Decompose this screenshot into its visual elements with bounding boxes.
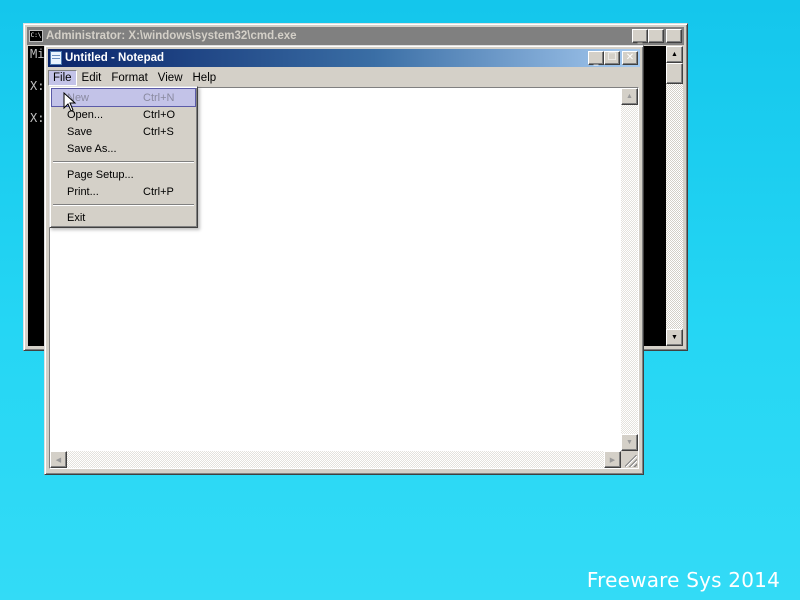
menu-separator xyxy=(53,200,194,209)
menu-edit[interactable]: Edit xyxy=(77,70,107,86)
close-button[interactable]: ✕ xyxy=(622,51,638,65)
menu-item-page-setup[interactable]: Page Setup... xyxy=(52,166,195,183)
desktop: { "desktop": { "watermark": "Freeware Sy… xyxy=(0,0,800,600)
notepad-title-bar[interactable]: Untitled - Notepad _ ☐ ✕ xyxy=(48,49,640,67)
cmd-window-title: Administrator: X:\windows\system32\cmd.e… xyxy=(46,30,297,42)
menu-item-save[interactable]: Save Ctrl+S xyxy=(52,123,195,140)
menu-item-save-as[interactable]: Save As... xyxy=(52,140,195,157)
arrow-right-icon: ▶ xyxy=(609,456,616,464)
menu-item-label: Save xyxy=(67,125,93,138)
scroll-down-button[interactable]: ▼ xyxy=(666,329,683,346)
menu-help[interactable]: Help xyxy=(188,70,222,86)
menu-separator xyxy=(53,157,194,166)
arrow-left-icon: ◀ xyxy=(55,456,62,464)
menu-item-label: Print... xyxy=(67,185,99,198)
notepad-window-title: Untitled - Notepad xyxy=(65,52,165,64)
scroll-right-button[interactable]: ▶ xyxy=(604,451,621,468)
minimize-button[interactable]: _ xyxy=(632,29,648,44)
menu-item-exit[interactable]: Exit xyxy=(52,209,195,226)
maximize-button[interactable]: ☐ xyxy=(604,51,620,65)
horizontal-scrollbar[interactable]: ◀ ▶ xyxy=(50,451,621,468)
menu-item-label: Save As... xyxy=(67,142,117,155)
close-icon: ✕ xyxy=(625,52,635,63)
scroll-left-button[interactable]: ◀ xyxy=(50,451,67,468)
watermark-text: Freeware Sys 2014 xyxy=(586,568,780,592)
menu-item-label: Page Setup... xyxy=(67,168,134,181)
arrow-down-icon: ▼ xyxy=(626,439,633,446)
arrow-down-icon: ▼ xyxy=(671,334,678,341)
menu-format[interactable]: Format xyxy=(106,70,152,86)
size-grip[interactable] xyxy=(621,451,638,468)
menu-item-shortcut: Ctrl+P xyxy=(143,185,174,198)
menu-file[interactable]: File xyxy=(48,69,77,86)
arrow-up-icon: ▲ xyxy=(671,51,678,58)
command-prompt-icon: C:\ xyxy=(29,30,43,42)
notepad-icon xyxy=(50,51,62,65)
scroll-up-button[interactable]: ▲ xyxy=(621,88,638,105)
close-button[interactable]: ✕ xyxy=(666,29,682,43)
cmd-title-bar[interactable]: C:\ Administrator: X:\windows\system32\c… xyxy=(27,27,684,45)
close-icon: ✕ xyxy=(669,30,679,41)
menu-item-shortcut: Ctrl+O xyxy=(143,108,176,121)
minimize-icon: _ xyxy=(593,55,599,66)
menu-item-shortcut: Ctrl+S xyxy=(143,125,174,138)
vertical-scrollbar[interactable]: ▲ ▼ xyxy=(621,88,638,451)
cmd-vertical-scrollbar[interactable]: ▲ ▼ xyxy=(666,46,683,346)
menu-item-shortcut: Ctrl+N xyxy=(143,91,175,104)
menu-item-label: Exit xyxy=(67,211,86,224)
maximize-icon: ☐ xyxy=(651,30,661,41)
maximize-icon: ☐ xyxy=(607,52,617,63)
mouse-cursor-icon xyxy=(63,92,77,112)
scroll-thumb[interactable] xyxy=(666,63,683,84)
minimize-icon: _ xyxy=(637,33,643,44)
menu-item-print[interactable]: Print... Ctrl+P xyxy=(52,183,195,200)
scroll-up-button[interactable]: ▲ xyxy=(666,46,683,63)
menu-view[interactable]: View xyxy=(153,70,188,86)
maximize-button[interactable]: ☐ xyxy=(648,29,664,43)
scroll-down-button[interactable]: ▼ xyxy=(621,434,638,451)
arrow-up-icon: ▲ xyxy=(626,93,633,100)
minimize-button[interactable]: _ xyxy=(588,51,604,66)
menu-bar: File Edit Format View Help xyxy=(48,68,640,87)
resize-grip-icon xyxy=(625,455,637,467)
